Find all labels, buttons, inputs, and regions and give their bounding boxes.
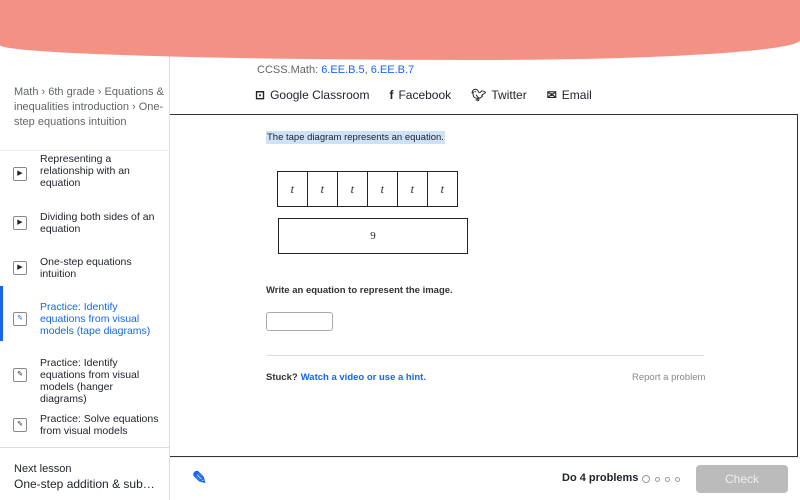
tape-cell: t [276,171,308,207]
check-button[interactable]: Check [696,465,788,493]
twitter-button[interactable]: 🐦︎ Twitter [471,88,527,102]
breadcrumb-grade[interactable]: 6th grade [48,86,94,98]
progress-dot [642,475,650,483]
next-lesson[interactable]: Next lesson One-step addition & subtract… [0,447,170,500]
facebook-button[interactable]: f Facebook [389,88,451,102]
google-classroom-icon: ⊡ [255,88,266,102]
divider [266,355,704,356]
twitter-icon: 🐦︎ [471,88,487,102]
standard-link[interactable]: 6.EE.B.5 [321,64,364,76]
stuck-row: Stuck? Watch a video or use a hint. [266,372,426,383]
progress-dot [675,476,680,482]
tape-total: 9 [278,218,468,254]
exercise-panel: The tape diagram represents an equation.… [170,114,798,457]
facebook-icon: f [389,88,394,102]
lesson-list[interactable]: ▶ Representing a relationship with an equ… [0,150,170,445]
progress-dot [655,476,660,482]
question-text: The tape diagram represents an equation. [266,131,445,144]
hint-link[interactable]: Watch a video or use a hint. [301,372,426,383]
pencil-icon: ✎ [13,368,27,382]
play-icon: ▶ [13,261,27,275]
exercise-footer: ✎ Do 4 problems Check [170,457,800,500]
email-button[interactable]: ✉ Email [547,88,592,102]
play-icon: ▶ [13,216,27,230]
next-lesson-label: Next lesson [14,463,72,475]
standard-link[interactable]: 6.EE.B.7 [371,64,414,76]
play-icon: ▶ [13,167,27,181]
sidebar: Math › 6th grade › Equations & inequalit… [0,0,170,500]
redaction-scribble [0,0,800,60]
scratchpad-icon[interactable]: ✎ [192,468,207,489]
tape-cell: t [426,171,458,207]
do-problems-label: Do 4 problems [562,472,639,484]
google-classroom-button[interactable]: ⊡ Google Classroom [255,88,369,102]
tape-cell: t [366,171,398,207]
email-icon: ✉ [546,88,557,102]
share-bar: ⊡ Google Classroom f Facebook 🐦︎ Twitter ✉ E… [255,88,592,102]
tape-cell: t [396,171,428,207]
answer-input[interactable] [266,312,333,331]
tape-cell: t [336,171,368,207]
breadcrumb: Math › 6th grade › Equations & inequalit… [14,86,164,128]
pencil-icon: ✎ [13,312,27,326]
next-lesson-title: One-step addition & subtraction equation… [14,477,156,491]
prompt-text: Write an equation to represent the image… [266,285,453,296]
ccss-standards: CCSS.Math: 6.EE.B.5, 6.EE.B.7 [255,64,417,76]
breadcrumb-math[interactable]: Math [14,86,38,98]
tape-cell: t [306,171,338,207]
progress-dot [665,476,670,482]
pencil-icon: ✎ [13,418,27,432]
tape-diagram-parts: t t t t t t [276,171,458,207]
progress-dots [642,475,680,483]
report-problem-link[interactable]: Report a problem [632,372,705,383]
